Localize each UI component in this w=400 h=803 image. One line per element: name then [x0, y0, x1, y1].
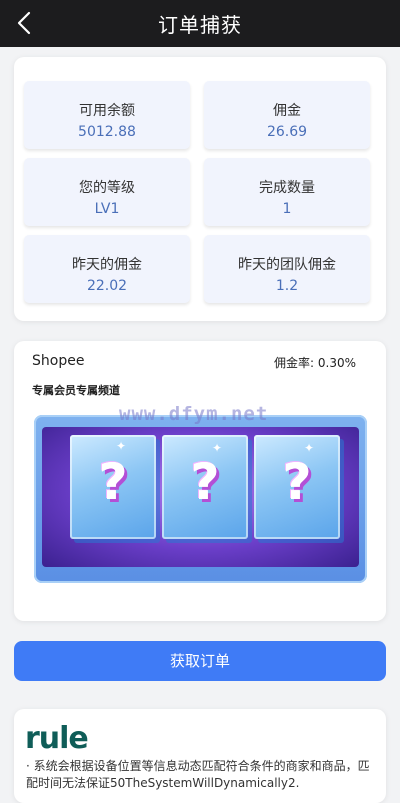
stat-value: 1 — [282, 201, 292, 217]
commission-rate: 佣金率: 0.30% — [274, 354, 356, 371]
stat-value: 5012.88 — [78, 124, 136, 140]
rule-logo: rule — [25, 721, 89, 756]
commission-rate-label: 佣金率: — [274, 356, 315, 370]
commission-rate-value: 0.30% — [317, 356, 356, 370]
question-mark-icon: ? — [190, 453, 220, 511]
stat-value: LV1 — [94, 201, 120, 217]
question-mark-icon: ? — [282, 453, 312, 511]
mystery-box: ✦ ? — [162, 435, 248, 539]
sparkle-icon: ✦ — [116, 439, 127, 453]
mystery-box: ✦ ? — [70, 435, 156, 539]
stat-label: 昨天的团队佣金 — [238, 257, 336, 273]
stat-yesterday-commission: 昨天的佣金 22.02 — [24, 235, 190, 303]
mystery-box: ✦ ? — [254, 435, 340, 539]
stat-label: 完成数量 — [259, 180, 315, 196]
channel-card: Shopee 佣金率: 0.30% 专属会员专属频道 ✦ ? ✦ ? ✦ ? w… — [14, 341, 386, 621]
rule-text: · 系统会根据设备位置等信息动态匹配符合条件的商家和商品，匹配时间无法保证50T… — [26, 759, 370, 790]
slot-window: ✦ ? ✦ ? ✦ ? — [42, 427, 359, 567]
get-order-button[interactable]: 获取订单 — [14, 641, 386, 681]
stat-label: 可用余额 — [79, 103, 135, 119]
stat-value: 1.2 — [275, 278, 299, 294]
question-mark-icon: ? — [98, 453, 128, 511]
stat-value: 22.02 — [86, 278, 128, 294]
stat-level: 您的等级 LV1 — [24, 158, 190, 226]
watermark: www.dfym.net — [119, 403, 269, 425]
channel-title: 专属会员专属频道 — [32, 384, 120, 397]
stat-label: 佣金 — [273, 103, 301, 119]
page-title: 订单捕获 — [158, 13, 242, 37]
rule-card: rule · 系统会根据设备位置等信息动态匹配符合条件的商家和商品，匹配时间无法… — [14, 709, 386, 803]
stat-completed-count: 完成数量 1 — [204, 158, 370, 226]
shop-name: Shopee — [32, 353, 85, 369]
stat-commission: 佣金 26.69 — [204, 81, 370, 149]
stat-label: 昨天的佣金 — [72, 257, 142, 273]
stat-yesterday-team-commission: 昨天的团队佣金 1.2 — [204, 235, 370, 303]
stat-available-balance: 可用余额 5012.88 — [24, 81, 190, 149]
mystery-box-slot: ✦ ? ✦ ? ✦ ? — [34, 415, 367, 583]
app-header: 订单捕获 — [0, 0, 400, 47]
chevron-left-icon — [17, 11, 31, 35]
stat-label: 您的等级 — [79, 180, 135, 196]
stat-value: 26.69 — [266, 124, 308, 140]
back-button[interactable] — [10, 8, 38, 38]
stats-card: 可用余额 5012.88 佣金 26.69 您的等级 LV1 完成数量 1 昨天… — [14, 57, 386, 321]
